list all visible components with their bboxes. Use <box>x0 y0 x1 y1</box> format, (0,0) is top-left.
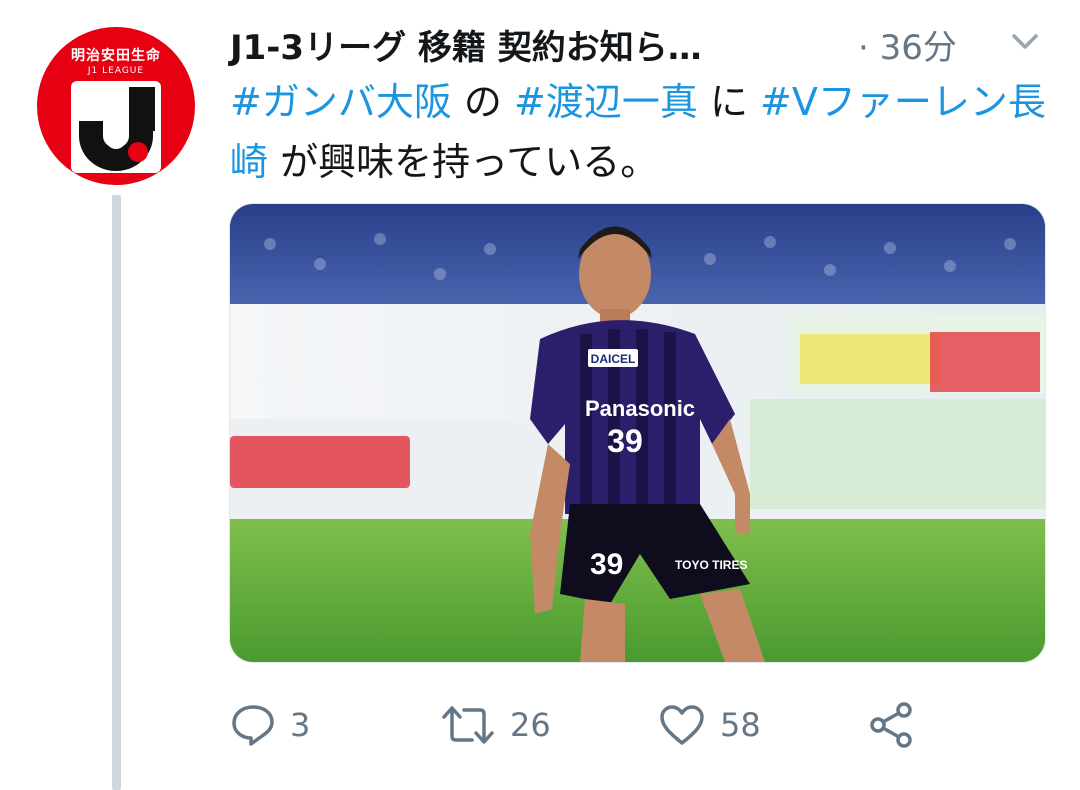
j-league-logo-icon <box>71 81 161 173</box>
reply-icon <box>232 705 274 746</box>
shorts-sponsor-text: TOYO TIRES <box>675 558 747 572</box>
retweet-count: 26 <box>510 706 551 744</box>
reply-count: 3 <box>290 706 311 744</box>
share-button[interactable] <box>866 695 916 755</box>
retweet-icon <box>442 706 494 744</box>
reply-button[interactable]: 3 <box>230 695 310 755</box>
shirt-sponsor-text: Panasonic <box>585 396 695 421</box>
avatar-brand-text: 明治安田生命 <box>71 48 161 64</box>
tweet-header: J1-3リーグ 移籍 契約お知ら… · 36分 <box>230 18 1050 68</box>
share-icon <box>870 702 912 748</box>
hashtag-watanabe-kazuma[interactable]: #渡辺一真 <box>514 80 698 124</box>
tweet-photo[interactable]: Panasonic 39 DAICEL 39 TOYO TIRES <box>229 203 1046 663</box>
sleeve-sponsor-text: DAICEL <box>591 352 636 366</box>
hashtag-gamba-osaka[interactable]: #ガンバ大阪 <box>230 80 452 124</box>
like-count: 58 <box>720 706 761 744</box>
like-button[interactable]: 58 <box>658 695 761 755</box>
avatar[interactable]: 明治安田生命 J1 LEAGUE <box>37 27 195 185</box>
chevron-down-icon[interactable] <box>1010 30 1040 54</box>
retweet-button[interactable]: 26 <box>440 695 551 755</box>
avatar-league-text: J1 LEAGUE <box>87 66 145 76</box>
like-icon <box>660 705 704 745</box>
tweet-text: #ガンバ大阪 の #渡辺一真 に #Vファーレン長崎 が興味を持っている。 <box>230 72 1050 192</box>
shirt-number-text: 39 <box>607 423 643 459</box>
tweet-time[interactable]: · 36分 <box>858 20 957 69</box>
text-particle: の <box>451 80 515 124</box>
shorts-number-text: 39 <box>590 548 623 581</box>
account-name[interactable]: J1-3リーグ 移籍 契約お知ら… <box>230 20 702 69</box>
text-rest: が興味を持っている。 <box>268 140 659 184</box>
tweet-actions: 3 26 58 <box>230 695 1050 755</box>
text-particle: に <box>697 80 761 124</box>
thread-line <box>112 195 121 790</box>
